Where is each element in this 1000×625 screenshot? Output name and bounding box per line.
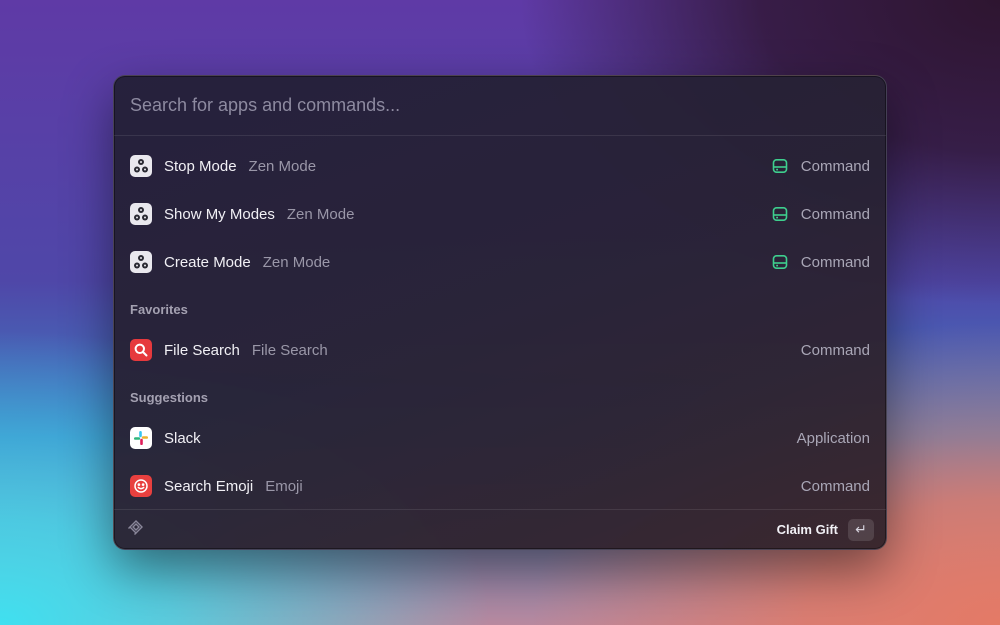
result-type: Command: [800, 157, 870, 175]
result-type: Application: [796, 429, 870, 447]
result-title: Slack: [164, 429, 201, 447]
result-subtitle: Zen Mode: [286, 205, 355, 223]
search-input[interactable]: [130, 95, 870, 116]
result-title: Create Mode: [164, 253, 251, 271]
result-row-create-mode[interactable]: Create Mode Zen Mode Command: [114, 238, 886, 286]
footer-bar: Claim Gift ↵: [114, 509, 886, 549]
emoji-icon: [130, 475, 152, 497]
result-row-slack[interactable]: Slack Application: [114, 414, 886, 462]
result-subtitle: Zen Mode: [248, 157, 317, 175]
zen-mode-icon: [130, 203, 152, 225]
slack-icon: [130, 427, 152, 449]
result-type: Command: [800, 205, 870, 223]
results-list: Stop Mode Zen Mode Command Show My Modes…: [114, 136, 886, 510]
result-type: Command: [800, 253, 870, 271]
result-type: Command: [800, 477, 870, 495]
section-title-favorites: Favorites: [130, 302, 188, 317]
launcher-window: Stop Mode Zen Mode Command: [113, 75, 887, 550]
raycast-logo-icon[interactable]: [126, 517, 146, 542]
command-drive-icon: [772, 158, 788, 174]
result-type: Command: [800, 341, 870, 359]
claim-gift-button[interactable]: Claim Gift: [777, 522, 838, 537]
result-row-file-search[interactable]: File Search File Search Command: [114, 326, 886, 374]
result-row-show-my-modes[interactable]: Show My Modes Zen Mode Command: [114, 190, 886, 238]
result-title: File Search: [164, 341, 240, 359]
zen-mode-icon: [130, 155, 152, 177]
section-title-suggestions: Suggestions: [130, 390, 209, 405]
result-subtitle: Zen Mode: [262, 253, 331, 271]
command-drive-icon: [772, 254, 788, 270]
search-bar: [114, 76, 886, 136]
result-subtitle: Emoji: [265, 477, 303, 495]
command-drive-icon: [772, 206, 788, 222]
result-title: Stop Mode: [164, 157, 237, 175]
result-title: Search Emoji: [164, 477, 254, 495]
enter-key-icon[interactable]: ↵: [848, 518, 874, 541]
zen-mode-icon: [130, 251, 152, 273]
result-title: Show My Modes: [164, 205, 275, 223]
file-search-icon: [130, 339, 152, 361]
result-row-stop-mode[interactable]: Stop Mode Zen Mode Command: [114, 142, 886, 190]
result-row-search-emoji[interactable]: Search Emoji Emoji Command: [114, 462, 886, 510]
result-subtitle: File Search: [251, 341, 328, 359]
